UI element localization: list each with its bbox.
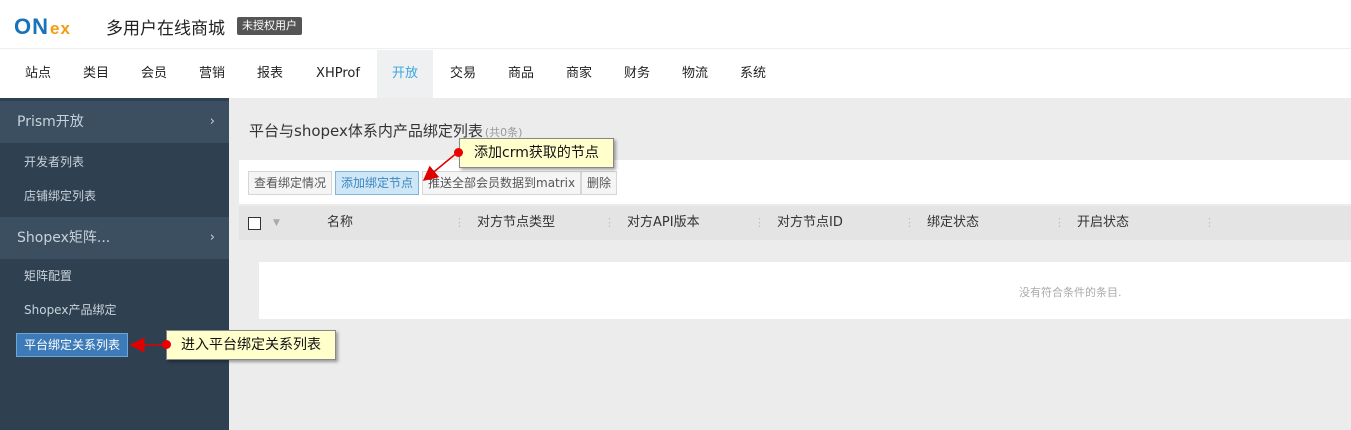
callout-anchor-dot bbox=[162, 340, 171, 349]
callout-enter-platform-list: 进入平台绑定关系列表 bbox=[166, 330, 336, 360]
callout-add-crm-node: 添加crm获取的节点 bbox=[459, 138, 614, 168]
annotation-arrows bbox=[129, 151, 459, 353]
arrow-to-add-node bbox=[422, 151, 459, 181]
callout-anchor-dot bbox=[454, 148, 463, 157]
